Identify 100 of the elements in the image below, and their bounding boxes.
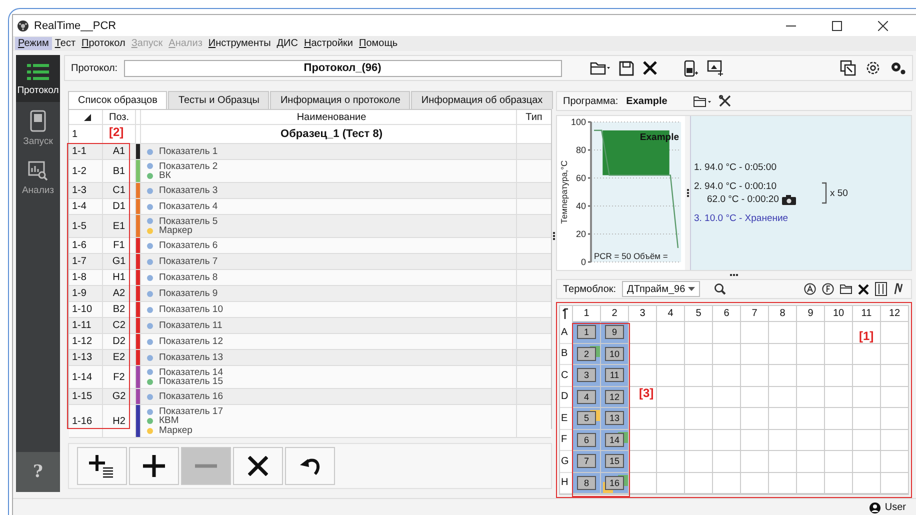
plate-well[interactable]: 8 — [572, 472, 600, 494]
column-header[interactable]: Поз. — [103, 110, 136, 124]
thermoblock-label: Термоблок: — [563, 284, 616, 294]
row-header[interactable]: D — [560, 386, 572, 408]
menu-item[interactable]: Помощь — [356, 37, 401, 50]
plate-well[interactable]: 2 — [572, 344, 600, 365]
column-header[interactable]: 5 — [684, 306, 712, 322]
table-cell: 1-1 — [69, 144, 103, 159]
column-header[interactable]: 11 — [852, 306, 880, 322]
plate-well[interactable] — [628, 430, 656, 451]
numbering-icon[interactable] — [893, 283, 905, 295]
add-button[interactable] — [129, 447, 179, 485]
maximize-icon[interactable] — [832, 20, 842, 30]
tools-icon[interactable] — [719, 95, 732, 107]
sidebar-item[interactable]: Протокол — [16, 55, 60, 102]
column-header[interactable]: 7 — [740, 306, 768, 322]
row-header[interactable]: A — [560, 322, 572, 344]
menu-item[interactable]: Тест — [52, 37, 79, 50]
add-device-icon[interactable] — [684, 60, 698, 76]
row-header[interactable]: B — [560, 344, 572, 365]
plate-well[interactable] — [628, 472, 656, 494]
row-header[interactable]: C — [560, 365, 572, 386]
plate-well[interactable]: 14 — [600, 430, 628, 451]
table-cell: 1-10 — [69, 302, 103, 317]
column-header[interactable]: 3 — [628, 306, 656, 322]
row-header[interactable]: G — [560, 451, 572, 472]
gears-icon[interactable] — [890, 61, 906, 75]
plate-well[interactable]: 10 — [600, 344, 628, 365]
plate-well[interactable] — [628, 386, 656, 408]
close-icon[interactable] — [878, 20, 888, 30]
window-switch-icon[interactable] — [840, 60, 856, 76]
column-header[interactable]: 6 — [712, 306, 740, 322]
tab[interactable]: Тесты и Образцы — [168, 91, 270, 109]
tab[interactable]: Информация об образцах — [411, 91, 553, 109]
well-number: 13 — [605, 411, 624, 426]
plate-well[interactable]: 9 — [600, 322, 628, 344]
plate-well[interactable]: 16 — [600, 472, 628, 494]
menu-item[interactable]: ДИС — [274, 37, 301, 50]
table-cell: 1-6 — [69, 238, 103, 253]
plate-well[interactable] — [628, 451, 656, 472]
add-list-button[interactable] — [77, 447, 127, 485]
column-header[interactable]: 8 — [768, 306, 796, 322]
menu-item[interactable]: Режим — [15, 37, 52, 50]
protocol-name-field[interactable]: Протокол_(96) — [124, 60, 562, 76]
tab[interactable]: Информация о протоколе — [270, 91, 410, 109]
row-header[interactable]: E — [560, 408, 572, 430]
plate-well[interactable] — [628, 408, 656, 430]
plate-well[interactable]: 4 — [572, 386, 600, 408]
plate-well[interactable]: 1 — [572, 322, 600, 344]
menu-item[interactable]: Инструменты — [205, 37, 274, 50]
sort-icon[interactable] — [84, 114, 90, 120]
undo-button[interactable] — [285, 447, 335, 485]
column-fill-icon[interactable] — [875, 282, 887, 296]
annotation-label: [2] — [109, 125, 124, 139]
plate-well[interactable]: 6 — [572, 430, 600, 451]
well-number: 3 — [577, 368, 596, 382]
tab[interactable]: Список образцов — [68, 91, 168, 109]
folder-icon[interactable] — [840, 284, 852, 294]
column-header[interactable]: Наименование — [140, 110, 516, 124]
column-header[interactable]: 10 — [824, 306, 852, 322]
circle-f-icon[interactable] — [822, 283, 834, 295]
thermoblock-dropdown[interactable]: ДТпрайм_96 — [622, 281, 700, 297]
plate-well[interactable]: 11 — [600, 365, 628, 386]
plate-well[interactable]: 7 — [572, 451, 600, 472]
sidebar-item[interactable]: Запуск — [16, 102, 60, 153]
delete-button[interactable] — [233, 447, 283, 485]
plate-well[interactable]: 3 — [572, 365, 600, 386]
column-header[interactable]: 4 — [656, 306, 684, 322]
axis-tick-label: 0 — [580, 257, 586, 267]
close-protocol-icon[interactable] — [642, 61, 657, 75]
folder-icon[interactable] — [590, 61, 610, 75]
circle-a-icon[interactable] — [804, 283, 816, 295]
settings-icon[interactable] — [865, 60, 881, 76]
table-cell: 1-3 — [69, 183, 103, 198]
column-header[interactable]: Тип — [516, 110, 551, 124]
sidebar-item[interactable]: Анализ — [16, 153, 60, 202]
plate-well[interactable]: 15 — [600, 451, 628, 472]
menu-item[interactable]: Настройки — [300, 37, 356, 50]
sort-order-icon[interactable] — [562, 308, 570, 320]
zoom-icon[interactable] — [714, 283, 726, 295]
plate-well[interactable] — [628, 365, 656, 386]
column-header[interactable]: 9 — [796, 306, 824, 322]
plate-well[interactable] — [628, 322, 656, 344]
clear-icon[interactable] — [858, 284, 869, 294]
table-cell: 1-16 — [69, 405, 103, 437]
program-name: Example — [626, 96, 668, 106]
plate-well[interactable] — [852, 322, 880, 344]
user-icon[interactable] — [868, 502, 881, 514]
save-icon[interactable] — [618, 60, 634, 76]
row-header[interactable]: F — [560, 430, 572, 451]
plate-well[interactable] — [628, 344, 656, 365]
plate-well[interactable]: 13 — [600, 408, 628, 430]
menu-item[interactable]: Протокол — [78, 37, 128, 50]
help-button[interactable]: ? — [16, 452, 60, 492]
row-header[interactable]: H — [560, 472, 572, 494]
plate-well[interactable]: 12 — [600, 386, 628, 408]
plate-well[interactable]: 5 — [572, 408, 600, 430]
folder-icon[interactable] — [693, 96, 712, 106]
column-header[interactable]: 12 — [880, 306, 908, 322]
add-screen-icon[interactable] — [706, 60, 723, 76]
